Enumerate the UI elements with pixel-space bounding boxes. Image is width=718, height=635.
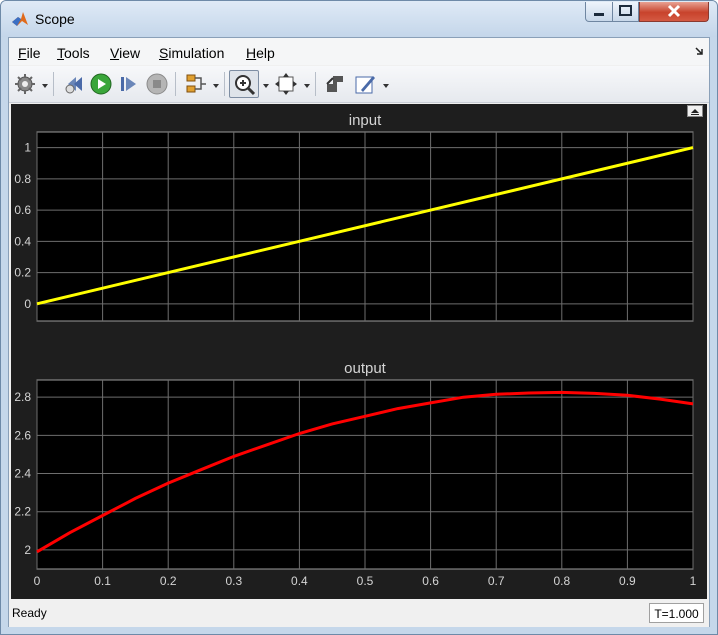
zoom-in-icon xyxy=(235,75,256,96)
highlight-block-icon[interactable] xyxy=(323,72,347,96)
toolbar xyxy=(9,66,709,103)
output-y-tick-label: 2 xyxy=(24,543,31,557)
gear-icon[interactable] xyxy=(13,72,37,96)
input-y-tick-label: 0.2 xyxy=(14,266,31,280)
close-button[interactable] xyxy=(639,2,709,22)
output-y-tick-label: 2.6 xyxy=(14,428,31,442)
minimize-button[interactable] xyxy=(585,2,613,22)
maximize-icon xyxy=(619,5,632,16)
output-x-tick-label: 0.5 xyxy=(357,574,374,588)
menu-help-rest: elp xyxy=(256,45,275,61)
menu-view[interactable]: View xyxy=(110,45,140,61)
status-bar: Ready T=1.000 xyxy=(9,601,709,627)
zoom-dropdown-icon[interactable] xyxy=(263,84,269,88)
scope-window: Scope File Tools View Simulation Help 0 … xyxy=(0,0,718,635)
title-bar[interactable]: Scope xyxy=(1,1,717,37)
scope-plots: 00.20.40.60.81 input 22.22.42.62.8 0 0.1 0… xyxy=(14,112,697,588)
output-x-tick-label: 0.8 xyxy=(553,574,570,588)
output-plot-title: output xyxy=(344,360,387,377)
output-x-tick-label: 0.2 xyxy=(160,574,177,588)
menu-dock-icon[interactable] xyxy=(695,46,705,56)
status-text: Ready xyxy=(12,606,47,620)
output-y-tick-label: 2.4 xyxy=(14,467,31,481)
client-area: File Tools View Simulation Help 0 0.2 0.… xyxy=(8,37,710,627)
input-y-tick-label: 0.4 xyxy=(14,234,31,248)
output-x-tick-label: 0.4 xyxy=(291,574,308,588)
style-icon[interactable] xyxy=(353,72,377,96)
matlab-logo-icon xyxy=(12,12,28,26)
input-y-tick-label: 0 xyxy=(24,297,31,311)
output-x-tick-labels: 0 0.1 0.2 0.3 0.4 0.5 0.6 0.7 0.8 0.9 1 xyxy=(34,574,697,588)
toolbar-separator xyxy=(224,72,225,96)
output-x-tick-label: 0.9 xyxy=(619,574,636,588)
menu-file-rest: ile xyxy=(26,45,41,61)
output-y-tick-label: 2.2 xyxy=(14,505,31,519)
menu-tools-rest: ools xyxy=(64,45,90,61)
menu-help-mnemonic: H xyxy=(246,45,257,61)
output-y-tick-label: 2.8 xyxy=(14,390,31,404)
run-icon[interactable] xyxy=(89,72,113,96)
step-forward-icon[interactable] xyxy=(117,72,141,96)
input-y-tick-label: 0.6 xyxy=(14,203,31,217)
output-x-tick-label: 0.7 xyxy=(488,574,505,588)
signal-selector-icon[interactable] xyxy=(184,72,208,96)
signal-selector-dropdown-icon[interactable] xyxy=(213,84,219,88)
menu-file[interactable]: File xyxy=(18,45,41,61)
autoscale-dropdown-icon[interactable] xyxy=(304,84,310,88)
menu-simulation-rest: imulation xyxy=(168,45,225,61)
input-y-tick-label: 1 xyxy=(24,141,31,155)
input-plot-title: input xyxy=(349,112,382,129)
stop-icon[interactable] xyxy=(145,72,169,96)
settings-dropdown-icon[interactable] xyxy=(42,84,48,88)
menu-tools[interactable]: Tools xyxy=(57,45,90,61)
menu-file-mnemonic: F xyxy=(18,45,27,61)
simulation-time: T=1.000 xyxy=(649,603,704,623)
menu-simulation[interactable]: Simulation xyxy=(159,45,224,61)
output-x-tick-label: 0.6 xyxy=(422,574,439,588)
toolbar-separator xyxy=(315,72,316,96)
menu-simulation-mnemonic: S xyxy=(159,45,169,61)
close-icon xyxy=(667,4,681,18)
step-back-icon[interactable] xyxy=(62,72,86,96)
output-x-tick-label: 1 xyxy=(690,574,697,588)
toolbar-separator xyxy=(175,72,176,96)
output-y-tick-labels: 2 2.2 2.4 2.6 2.8 xyxy=(14,390,31,557)
menu-bar: File Tools View Simulation Help xyxy=(9,38,709,65)
style-dropdown-icon[interactable] xyxy=(383,84,389,88)
menu-tools-mnemonic: T xyxy=(57,45,64,61)
window-title: Scope xyxy=(35,11,75,27)
menu-view-rest: iew xyxy=(119,45,141,61)
input-y-tick-label: 0.8 xyxy=(14,172,31,186)
input-y-tick-labels: 0 0.2 0.4 0.6 0.8 1 xyxy=(14,141,31,311)
output-x-tick-label: 0.3 xyxy=(225,574,242,588)
output-x-tick-label: 0.1 xyxy=(94,574,111,588)
menu-view-mnemonic: V xyxy=(110,45,120,61)
menu-help[interactable]: Help xyxy=(246,45,275,61)
scope-display: 0 0.2 0.4 0.6 0.8 1 input 2 2.2 2.4 2.6 2.8 0 0.1 0… xyxy=(11,104,707,599)
toolbar-separator xyxy=(53,72,54,96)
minimize-icon xyxy=(594,13,604,16)
zoom-button[interactable] xyxy=(229,70,259,98)
output-x-tick-label: 0 xyxy=(34,574,41,588)
autoscale-icon[interactable] xyxy=(274,72,298,96)
maximize-button[interactable] xyxy=(612,2,639,22)
